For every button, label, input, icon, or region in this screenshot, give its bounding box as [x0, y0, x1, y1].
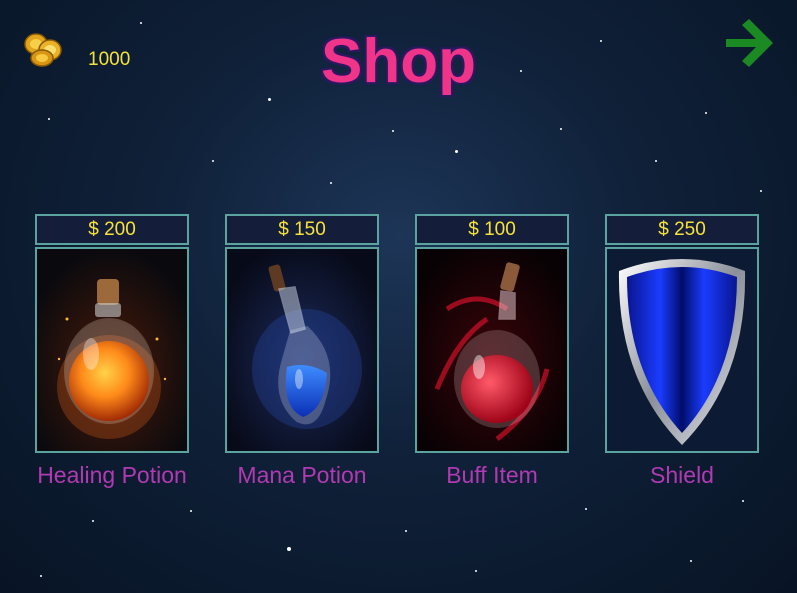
shop-item-mana-potion[interactable]: $ 150: [225, 214, 379, 453]
shop-item-buff-item[interactable]: $ 100: [415, 214, 569, 453]
price-tag: $ 250: [605, 214, 759, 245]
price-tag: $ 100: [415, 214, 569, 245]
item-name: Mana Potion: [237, 462, 367, 488]
price-tag: $ 150: [225, 214, 379, 245]
item-name: Shield: [650, 462, 714, 488]
item-image: [605, 247, 759, 453]
shield-icon: [607, 249, 757, 451]
green-arrow-right-icon: [726, 19, 773, 67]
healing-potion-icon: [37, 249, 187, 451]
shop-item-shield[interactable]: $ 250: [605, 214, 759, 453]
buff-potion-icon: [417, 249, 567, 451]
next-arrow-button[interactable]: [722, 16, 776, 70]
item-name: Buff Item: [446, 462, 538, 488]
price-tag: $ 200: [35, 214, 189, 245]
item-image: [225, 247, 379, 453]
item-image: [415, 247, 569, 453]
item-name: Healing Potion: [37, 462, 187, 488]
shop-item-healing-potion[interactable]: $ 200: [35, 214, 189, 453]
item-image: [35, 247, 189, 453]
page-title: Shop: [321, 27, 476, 96]
mana-potion-icon: [227, 249, 377, 451]
